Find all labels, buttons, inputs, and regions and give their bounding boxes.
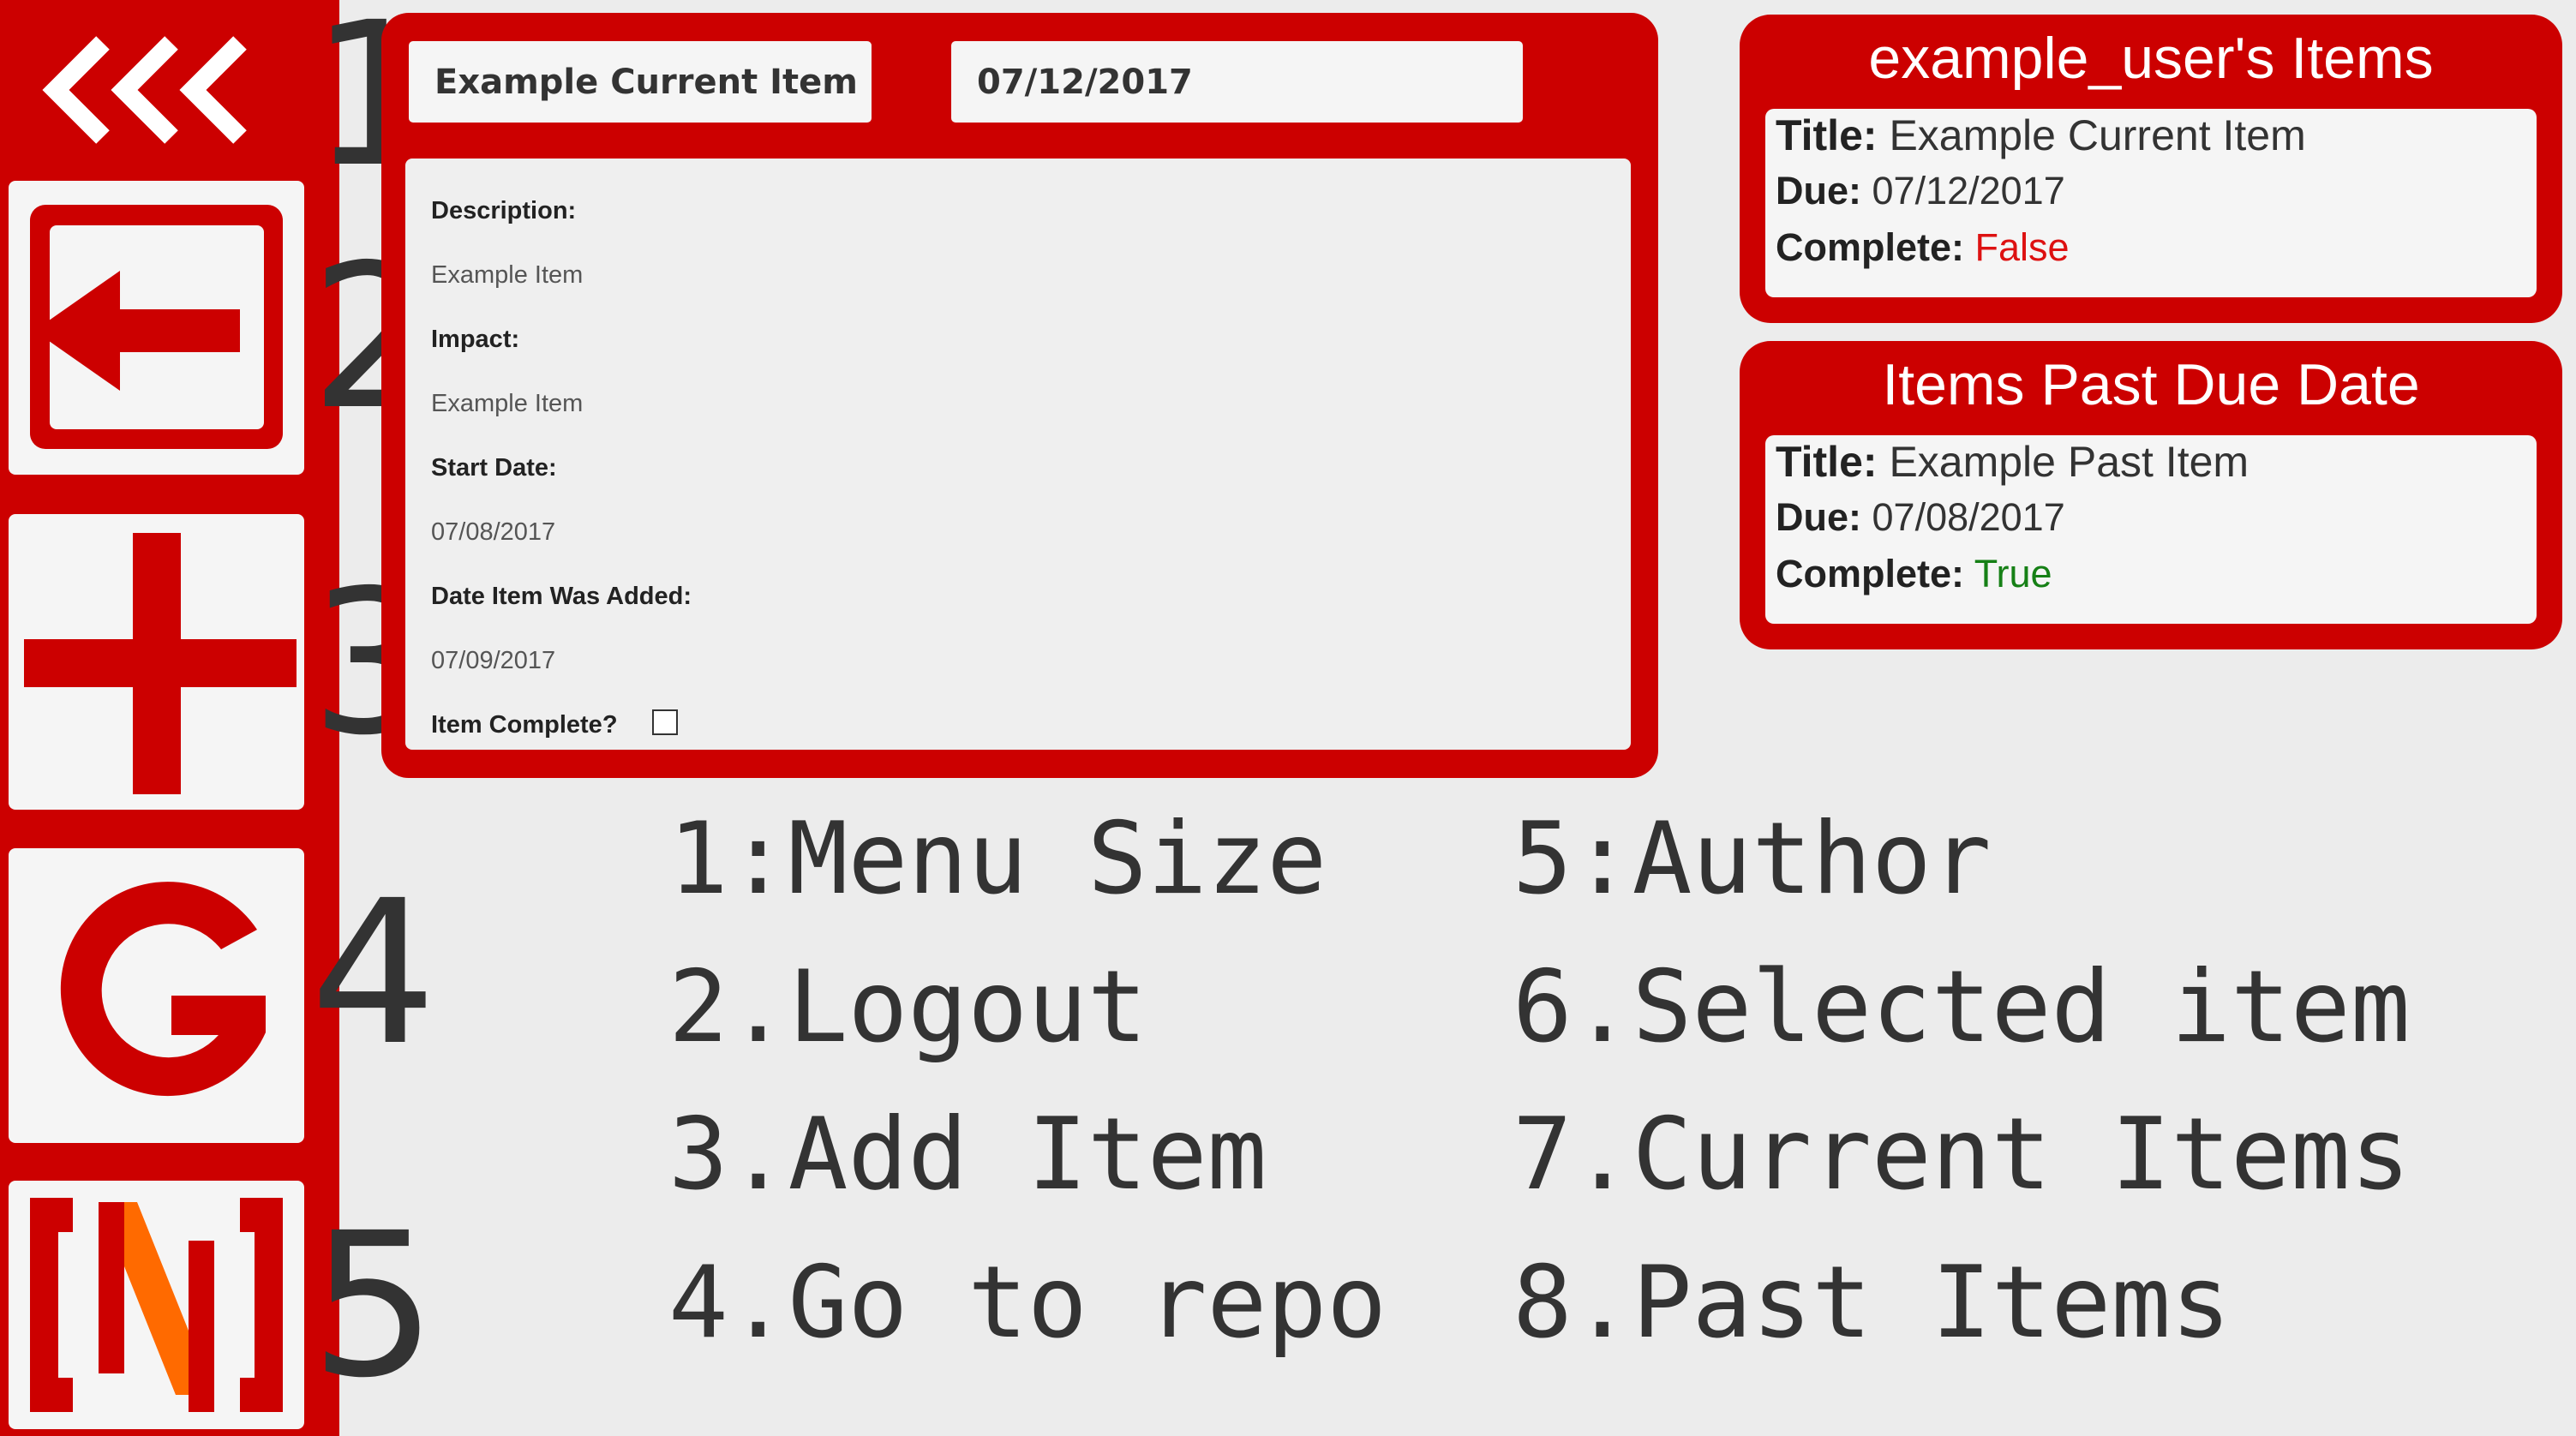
item-title-field[interactable]: Example Current Item: [409, 41, 872, 123]
complete-value: True: [1974, 552, 2052, 595]
menu-size-button[interactable]: [34, 26, 283, 154]
arrow-left-box-icon: [30, 205, 283, 449]
current-complete-line: Complete: False: [1776, 225, 2070, 270]
past-item-entry[interactable]: Title: Example Past Item Due: 07/08/2017…: [1765, 435, 2537, 624]
description-label: Description:: [431, 197, 577, 224]
current-due-line: Due: 07/12/2017: [1776, 169, 2065, 213]
past-items-heading: Items Past Due Date: [1882, 352, 2420, 417]
g-logo-icon: [60, 882, 266, 1097]
add-item-button[interactable]: [9, 514, 304, 810]
title-value: Example Past Item: [1889, 438, 2250, 486]
current-item-entry[interactable]: Title: Example Current Item Due: 07/12/2…: [1765, 109, 2537, 297]
current-items-heading: example_user's Items: [1868, 26, 2434, 91]
item-details: Description: Example Item Impact: Exampl…: [405, 159, 1631, 750]
legend-item-1: 1:Menu Size: [668, 801, 1327, 917]
impact-label: Impact:: [431, 326, 520, 353]
sidebar: [0, 0, 339, 1436]
n-logo-icon: [30, 1198, 283, 1412]
legend-item-4: 4.Go to repo: [668, 1245, 1387, 1361]
past-due-line: Due: 07/08/2017: [1776, 495, 2065, 540]
legend-item-2: 2.Logout: [668, 949, 1147, 1065]
title-value: Example Current Item: [1889, 111, 2306, 159]
past-complete-line: Complete: True: [1776, 552, 2052, 596]
title-label: Title:: [1776, 438, 1878, 486]
due-label: Due:: [1776, 495, 1861, 539]
start-date-value: 07/08/2017: [431, 518, 556, 546]
author-button[interactable]: [9, 1181, 304, 1429]
due-value: 07/12/2017: [1872, 169, 2065, 212]
date-added-value: 07/09/2017: [431, 647, 556, 674]
legend-item-8: 8.Past Items: [1513, 1245, 2232, 1361]
complete-label: Complete:: [1776, 225, 1965, 269]
legend-item-6: 6.Selected item: [1513, 949, 2411, 1065]
start-date-label: Start Date:: [431, 454, 557, 482]
past-title-line: Title: Example Past Item: [1776, 437, 2249, 487]
plus-icon: [24, 533, 297, 794]
item-complete-checkbox[interactable]: [652, 709, 678, 735]
date-added-label: Date Item Was Added:: [431, 583, 692, 610]
triple-chevron-left-icon: [42, 36, 247, 144]
repo-button[interactable]: [9, 848, 304, 1143]
callout-5: 5: [310, 1190, 437, 1421]
past-items-card: Items Past Due Date Title: Example Past …: [1740, 341, 2562, 649]
item-complete-label: Item Complete?: [431, 711, 618, 739]
impact-value: Example Item: [431, 390, 584, 417]
complete-label: Complete:: [1776, 552, 1965, 595]
description-value: Example Item: [431, 261, 584, 289]
legend-item-3: 3.Add Item: [668, 1097, 1267, 1212]
legend-item-5: 5:Author: [1513, 801, 1992, 917]
legend-item-7: 7.Current Items: [1513, 1097, 2411, 1212]
callout-4: 4: [310, 858, 437, 1089]
item-date-field[interactable]: 07/12/2017: [951, 41, 1523, 123]
due-value: 07/08/2017: [1872, 495, 2065, 539]
current-title-line: Title: Example Current Item: [1776, 111, 2306, 160]
current-items-card: example_user's Items Title: Example Curr…: [1740, 15, 2562, 323]
title-label: Title:: [1776, 111, 1878, 159]
due-label: Due:: [1776, 169, 1861, 212]
selected-item-panel: Example Current Item 07/12/2017 Descript…: [381, 13, 1658, 778]
complete-value: False: [1974, 225, 2070, 269]
logout-button[interactable]: [9, 181, 304, 475]
